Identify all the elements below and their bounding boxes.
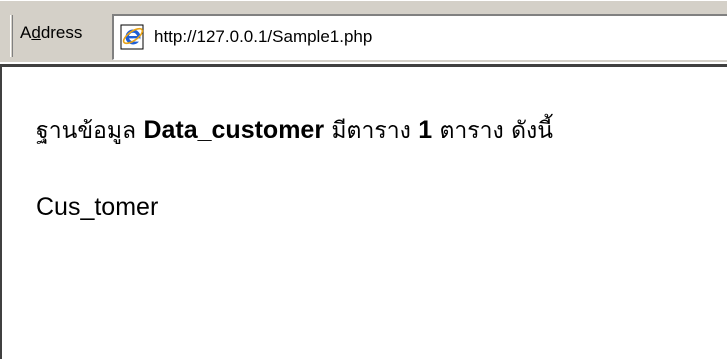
page-content: ฐานข้อมูล Data_customer มีตาราง 1 ตาราง … — [0, 64, 727, 359]
address-bar: Address — [0, 0, 727, 62]
database-name: Data_customer — [143, 116, 325, 144]
heading-prefix: ฐานข้อมูล — [36, 118, 137, 144]
browser-window: Address ฐานข้อมูล Data_cust — [0, 0, 727, 359]
address-label: Address — [20, 23, 83, 42]
table-name: Cus_tomer — [36, 193, 159, 221]
page-heading: ฐานข้อมูล Data_customer มีตาราง 1 ตาราง … — [36, 113, 553, 149]
toolbar-grip[interactable] — [10, 15, 13, 57]
heading-middle: มีตาราง — [331, 118, 411, 144]
url-input[interactable] — [154, 16, 714, 58]
ie-page-icon — [120, 24, 146, 50]
table-count: 1 — [418, 116, 433, 144]
address-field[interactable] — [112, 14, 727, 60]
heading-suffix: ตาราง ดังนี้ — [439, 118, 553, 144]
